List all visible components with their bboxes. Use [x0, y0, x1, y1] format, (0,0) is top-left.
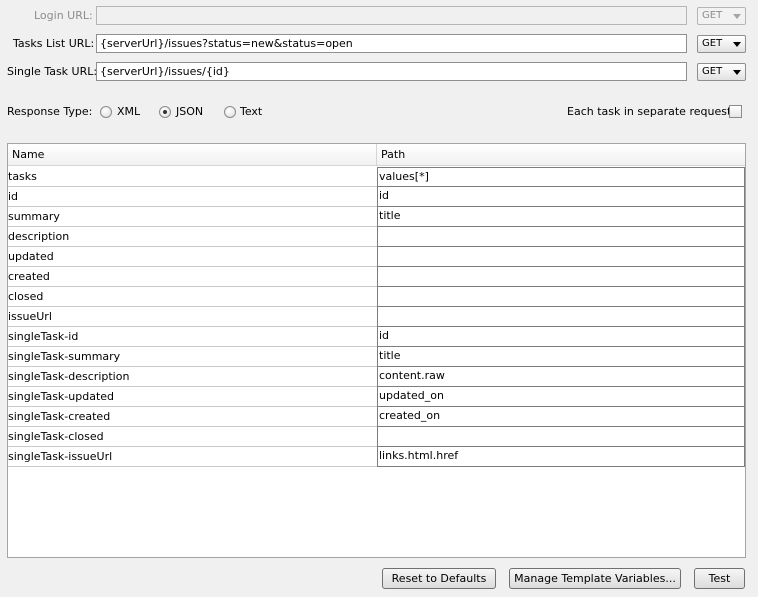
table-row[interactable]: updated [8, 247, 745, 267]
login-method-value: GET [702, 10, 723, 21]
radio-text-label[interactable]: Text [240, 105, 262, 118]
column-header-path[interactable]: Path [377, 144, 745, 165]
name-cell: id [8, 187, 377, 207]
table-row[interactable]: created [8, 267, 745, 287]
fields-table: Name Path tasks values[*] id id summary title… [7, 143, 746, 558]
name-cell: singleTask-summary [8, 347, 377, 367]
separate-request-label: Each task in separate request: [567, 105, 735, 118]
path-input[interactable]: values[*] [377, 167, 745, 187]
chevron-down-icon [733, 70, 741, 75]
table-row[interactable]: singleTask-summary title [8, 347, 745, 367]
path-input[interactable] [377, 287, 745, 307]
table-row[interactable]: singleTask-description content.raw [8, 367, 745, 387]
column-header-name[interactable]: Name [8, 144, 377, 165]
table-row[interactable]: summary title [8, 207, 745, 227]
chevron-down-icon [733, 42, 741, 47]
single-task-url-input[interactable]: {serverUrl}/issues/{id} [96, 62, 687, 81]
table-row[interactable]: singleTask-created created_on [8, 407, 745, 427]
path-input[interactable] [377, 307, 745, 327]
path-input[interactable] [377, 267, 745, 287]
path-input[interactable] [377, 427, 745, 447]
single-task-method-select[interactable]: GET [697, 63, 746, 81]
tasks-list-url-label: Tasks List URL: [13, 37, 95, 50]
name-cell: description [8, 227, 377, 247]
table-row[interactable]: singleTask-issueUrl links.html.href [8, 447, 745, 467]
tasks-list-url-input[interactable]: {serverUrl}/issues?status=new&status=ope… [96, 34, 687, 53]
path-input[interactable]: title [377, 207, 745, 227]
path-input[interactable] [377, 227, 745, 247]
login-url-field [96, 6, 687, 25]
name-cell: created [8, 267, 377, 287]
name-cell: singleTask-description [8, 367, 377, 387]
table-row[interactable]: singleTask-updated updated_on [8, 387, 745, 407]
path-input[interactable]: content.raw [377, 367, 745, 387]
path-input[interactable]: links.html.href [377, 447, 745, 467]
name-cell: singleTask-id [8, 327, 377, 347]
single-task-method-value: GET [702, 66, 723, 77]
table-row[interactable]: id id [8, 187, 745, 207]
path-input[interactable]: id [377, 327, 745, 347]
path-input[interactable]: updated_on [377, 387, 745, 407]
table-row[interactable]: singleTask-closed [8, 427, 745, 447]
name-cell: summary [8, 207, 377, 227]
table-row[interactable]: singleTask-id id [8, 327, 745, 347]
test-button[interactable]: Test [694, 568, 745, 589]
separate-request-checkbox[interactable] [729, 105, 742, 118]
single-task-url-label: Single Task URL: [7, 65, 98, 78]
name-cell: updated [8, 247, 377, 267]
table-row[interactable]: closed [8, 287, 745, 307]
reset-to-defaults-button[interactable]: Reset to Defaults [382, 568, 496, 589]
radio-json-label[interactable]: JSON [176, 105, 203, 118]
login-method-select: GET [697, 7, 746, 25]
name-cell: tasks [8, 167, 377, 187]
chevron-down-icon [733, 14, 741, 19]
table-row[interactable]: description [8, 227, 745, 247]
table-row[interactable]: tasks values[*] [8, 167, 745, 187]
login-url-label: Login URL: [34, 9, 93, 22]
radio-xml[interactable] [100, 106, 112, 118]
path-input[interactable]: created_on [377, 407, 745, 427]
radio-json[interactable] [159, 106, 171, 118]
tasks-list-method-select[interactable]: GET [697, 35, 746, 53]
name-cell: closed [8, 287, 377, 307]
radio-selected-dot [163, 110, 167, 114]
manage-template-variables-button[interactable]: Manage Template Variables... [509, 568, 681, 589]
name-cell: issueUrl [8, 307, 377, 327]
response-type-label: Response Type: [7, 105, 93, 118]
name-cell: singleTask-issueUrl [8, 447, 377, 467]
table-header: Name Path [8, 144, 745, 166]
name-cell: singleTask-closed [8, 427, 377, 447]
tasks-list-method-value: GET [702, 38, 723, 49]
radio-text[interactable] [224, 106, 236, 118]
table-row[interactable]: issueUrl [8, 307, 745, 327]
name-cell: singleTask-created [8, 407, 377, 427]
path-input[interactable]: id [377, 187, 745, 207]
name-cell: singleTask-updated [8, 387, 377, 407]
path-input[interactable]: title [377, 347, 745, 367]
path-input[interactable] [377, 247, 745, 267]
radio-xml-label[interactable]: XML [117, 105, 140, 118]
